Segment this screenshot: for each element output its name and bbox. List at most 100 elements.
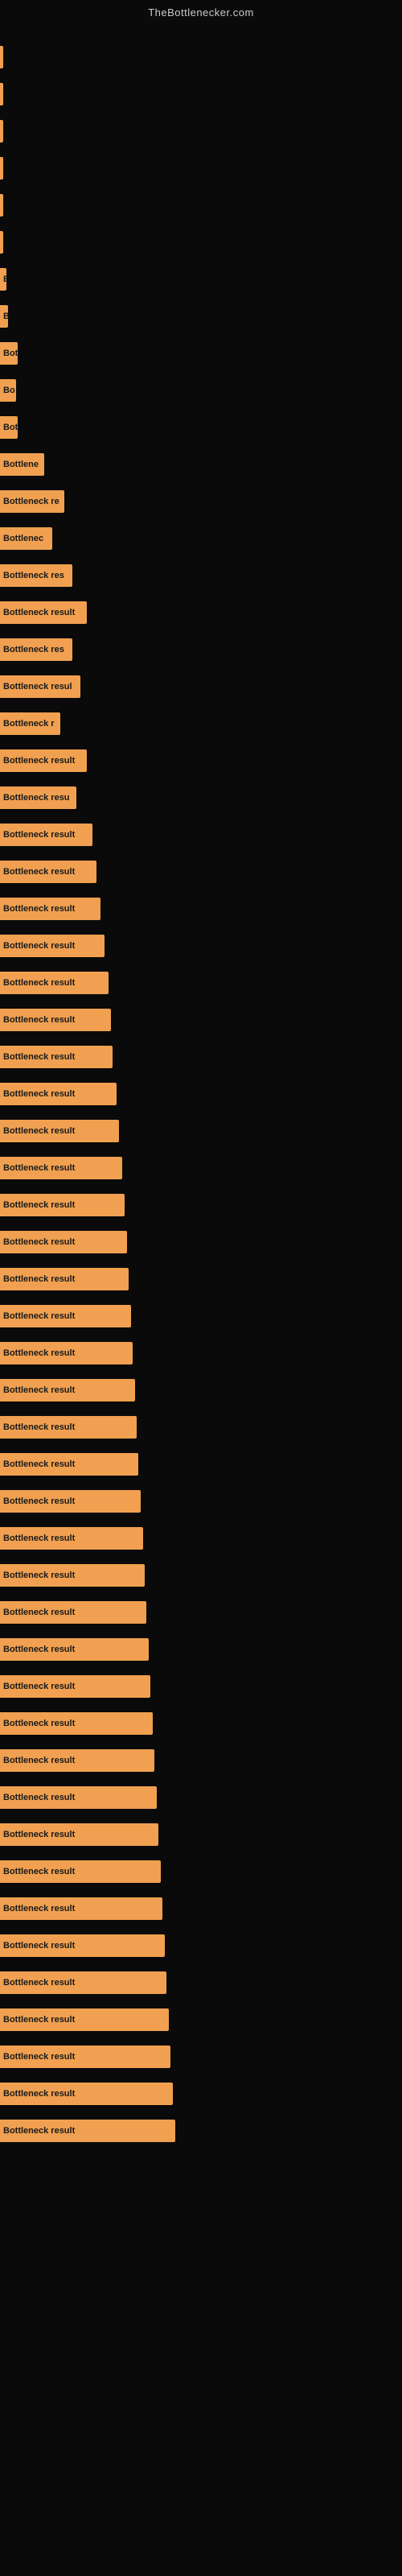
- bar-row: Bottlenec: [0, 521, 402, 556]
- site-title: TheBottlenecker.com: [0, 0, 402, 22]
- bar-label-56: Bottleneck result: [3, 2126, 75, 2136]
- bar-label-17: Bottleneck resul: [3, 682, 72, 691]
- bar-label-7: B: [3, 312, 8, 321]
- bar-label-41: Bottleneck result: [3, 1571, 75, 1580]
- bar-row: Bo: [0, 373, 402, 408]
- bar-label-44: Bottleneck result: [3, 1682, 75, 1691]
- bar-38: Bottleneck result: [0, 1453, 138, 1476]
- bar-40: Bottleneck result: [0, 1527, 143, 1550]
- bar-row: Bottleneck result: [0, 1706, 402, 1741]
- bar-4: [0, 194, 3, 217]
- bar-label-52: Bottleneck result: [3, 1978, 75, 1988]
- bar-row: Bottleneck result: [0, 1002, 402, 1038]
- bar-row: B: [0, 299, 402, 334]
- bar-row: Bottleneck resu: [0, 780, 402, 815]
- bar-label-20: Bottleneck resu: [3, 793, 70, 803]
- bar-label-24: Bottleneck result: [3, 941, 75, 951]
- bar-17: Bottleneck resul: [0, 675, 80, 698]
- bar-label-31: Bottleneck result: [3, 1200, 75, 1210]
- bar-label-50: Bottleneck result: [3, 1904, 75, 1913]
- bar-label-40: Bottleneck result: [3, 1534, 75, 1543]
- bar-row: Bottleneck result: [0, 743, 402, 778]
- bar-row: Bottleneck result: [0, 1965, 402, 2000]
- bar-row: Bottleneck result: [0, 1484, 402, 1519]
- bar-row: Bottleneck result: [0, 2113, 402, 2149]
- bar-label-49: Bottleneck result: [3, 1867, 75, 1876]
- bar-8: Bot: [0, 342, 18, 365]
- bar-3: [0, 157, 3, 180]
- bar-row: Bottleneck result: [0, 1410, 402, 1445]
- bar-label-43: Bottleneck result: [3, 1645, 75, 1654]
- bar-row: [0, 151, 402, 186]
- bars-section: B B Bot Bo Bot Bottlene Bottleneck re Bottlenec…: [0, 22, 402, 2149]
- bar-row: Bottleneck res: [0, 632, 402, 667]
- bar-14: Bottleneck res: [0, 564, 72, 587]
- bar-row: [0, 114, 402, 149]
- bar-26: Bottleneck result: [0, 1009, 111, 1031]
- bar-row: Bottleneck result: [0, 1076, 402, 1112]
- bar-49: Bottleneck result: [0, 1860, 161, 1883]
- bar-51: Bottleneck result: [0, 1934, 165, 1957]
- bar-29: Bottleneck result: [0, 1120, 119, 1142]
- bar-label-35: Bottleneck result: [3, 1348, 75, 1358]
- bar-label-14: Bottleneck res: [3, 571, 64, 580]
- bar-56: Bottleneck result: [0, 2120, 175, 2142]
- bar-7: B: [0, 305, 8, 328]
- bar-label-6: B: [3, 275, 6, 284]
- bar-label-18: Bottleneck r: [3, 719, 55, 729]
- bar-34: Bottleneck result: [0, 1305, 131, 1327]
- bar-35: Bottleneck result: [0, 1342, 133, 1364]
- bar-42: Bottleneck result: [0, 1601, 146, 1624]
- bar-row: Bottleneck result: [0, 1150, 402, 1186]
- bar-row: Bottleneck result: [0, 2039, 402, 2074]
- bar-12: Bottleneck re: [0, 490, 64, 513]
- bar-row: Bottleneck result: [0, 928, 402, 964]
- bar-row: Bottleneck result: [0, 1261, 402, 1297]
- bar-16: Bottleneck res: [0, 638, 72, 661]
- bar-row: [0, 188, 402, 223]
- bar-46: Bottleneck result: [0, 1749, 154, 1772]
- bar-label-28: Bottleneck result: [3, 1089, 75, 1099]
- bar-45: Bottleneck result: [0, 1712, 153, 1735]
- bar-row: Bottleneck result: [0, 2002, 402, 2037]
- bar-19: Bottleneck result: [0, 749, 87, 772]
- bar-row: [0, 76, 402, 112]
- bar-row: Bottleneck result: [0, 1298, 402, 1334]
- bar-row: Bottleneck result: [0, 965, 402, 1001]
- bar-label-8: Bot: [3, 349, 18, 358]
- bar-24: Bottleneck result: [0, 935, 105, 957]
- bar-row: Bottleneck result: [0, 854, 402, 890]
- bar-37: Bottleneck result: [0, 1416, 137, 1439]
- bar-55: Bottleneck result: [0, 2083, 173, 2105]
- bar-15: Bottleneck result: [0, 601, 87, 624]
- bar-5: [0, 231, 3, 254]
- bar-21: Bottleneck result: [0, 824, 92, 846]
- bar-label-13: Bottlenec: [3, 534, 43, 543]
- bar-row: Bottleneck result: [0, 1447, 402, 1482]
- bar-label-15: Bottleneck result: [3, 608, 75, 617]
- bar-row: Bottleneck result: [0, 1632, 402, 1667]
- bar-6: B: [0, 268, 6, 291]
- bar-label-9: Bo: [3, 386, 15, 395]
- bar-row: Bottleneck result: [0, 1743, 402, 1778]
- bar-row: Bottleneck result: [0, 1780, 402, 1815]
- bar-label-53: Bottleneck result: [3, 2015, 75, 2025]
- bar-row: Bottleneck result: [0, 891, 402, 927]
- bar-label-55: Bottleneck result: [3, 2089, 75, 2099]
- bar-row: Bottlene: [0, 447, 402, 482]
- bar-30: Bottleneck result: [0, 1157, 122, 1179]
- bar-label-10: Bot: [3, 423, 18, 432]
- bar-label-25: Bottleneck result: [3, 978, 75, 988]
- bar-row: Bottleneck result: [0, 1187, 402, 1223]
- bar-row: Bottleneck result: [0, 1558, 402, 1593]
- bar-row: Bottleneck result: [0, 1039, 402, 1075]
- bar-41: Bottleneck result: [0, 1564, 145, 1587]
- bar-23: Bottleneck result: [0, 898, 100, 920]
- bar-label-48: Bottleneck result: [3, 1830, 75, 1839]
- bar-row: Bottleneck result: [0, 817, 402, 852]
- bar-row: Bottleneck r: [0, 706, 402, 741]
- bar-row: Bot: [0, 410, 402, 445]
- bar-label-27: Bottleneck result: [3, 1052, 75, 1062]
- bar-label-32: Bottleneck result: [3, 1237, 75, 1247]
- bar-label-19: Bottleneck result: [3, 756, 75, 766]
